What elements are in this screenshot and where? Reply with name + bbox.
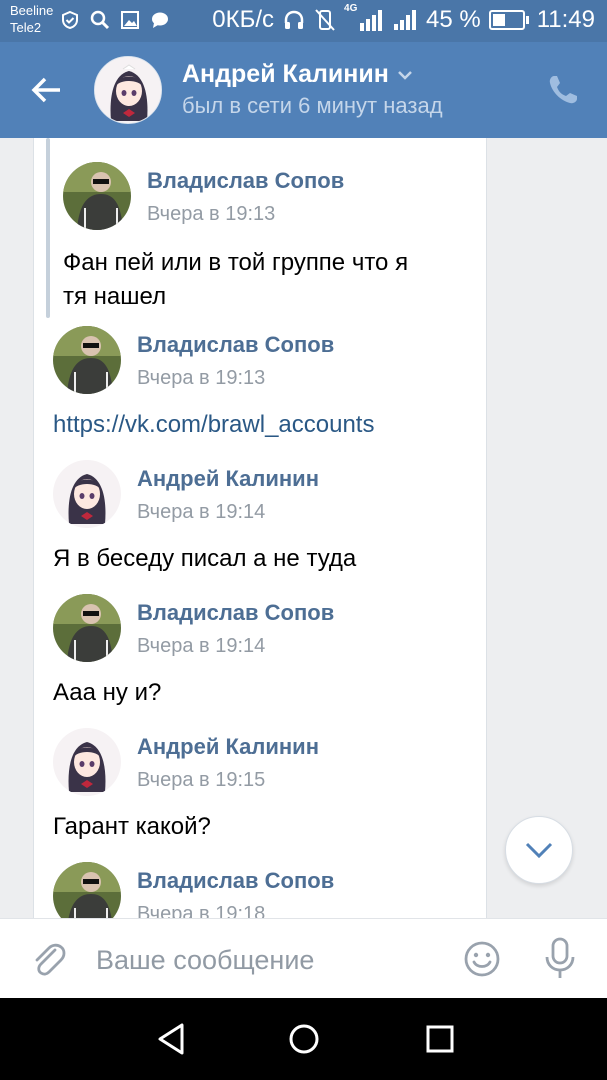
- message-text-line: Фан пей или в той группе что я: [63, 249, 409, 276]
- message-link[interactable]: https://vk.com/brawl_accounts: [53, 408, 374, 442]
- sender-avatar[interactable]: [53, 460, 121, 528]
- message-header: Владислав Сопов Вчера в 19:13: [63, 162, 344, 230]
- sender-avatar[interactable]: [63, 162, 131, 230]
- battery-level: [492, 14, 506, 26]
- message-composer: [0, 918, 607, 998]
- clock: 11:49: [536, 6, 595, 33]
- carrier-names: Beeline Tele2: [10, 2, 53, 36]
- gallery-icon: [121, 11, 139, 29]
- chevron-down-icon: [397, 70, 412, 80]
- paperclip-icon: [35, 943, 66, 976]
- back-button[interactable]: [26, 70, 66, 110]
- anime-avatar-icon: [95, 57, 161, 123]
- chevron-down-icon: [525, 842, 553, 859]
- message-text: Я в беседу писал а не туда: [53, 545, 357, 572]
- sender-avatar[interactable]: [53, 326, 121, 394]
- scroll-to-bottom-button[interactable]: [505, 816, 573, 884]
- sender-name[interactable]: Владислав Сопов: [137, 868, 334, 894]
- anime-avatar-icon: [53, 728, 121, 796]
- sender-name[interactable]: Владислав Сопов: [137, 332, 334, 358]
- headphones-icon: [284, 10, 304, 29]
- last-seen-status: был в сети 6 минут назад: [182, 93, 443, 118]
- chat-header: Андрей Калинин был в сети 6 минут назад: [0, 42, 607, 138]
- carrier-2: Tele2: [10, 20, 42, 35]
- signal-2-icon: [394, 10, 417, 30]
- circle-home-icon: [289, 1024, 319, 1054]
- anime-avatar-icon: [53, 460, 121, 528]
- message-text: Фан пей или в той группе что я тя нашел: [63, 246, 408, 314]
- search-icon: [90, 10, 110, 30]
- message-text-line: тя нашел: [63, 283, 167, 310]
- phone-icon: [549, 76, 577, 104]
- contact-name-text: Андрей Калинин: [182, 60, 389, 88]
- nav-home-button[interactable]: [284, 1019, 324, 1059]
- photo-avatar-icon: [53, 862, 121, 918]
- photo-avatar-icon: [53, 326, 121, 394]
- forwarded-messages-card: Владислав Сопов Вчера в 19:13 Фан пей ил…: [33, 138, 487, 918]
- message-header: Андрей Калинин Вчера в 19:14: [53, 460, 319, 528]
- signal-4g: 4G: [344, 3, 384, 33]
- message-time: Вчера в 19:13: [147, 203, 276, 225]
- chat-bubble-icon: [152, 12, 168, 28]
- voice-message-button[interactable]: [540, 937, 580, 981]
- sender-avatar[interactable]: [53, 862, 121, 918]
- message-header: Владислав Сопов Вчера в 19:13: [53, 326, 334, 394]
- message-time: Вчера в 19:14: [137, 501, 266, 523]
- contact-avatar[interactable]: [94, 56, 162, 124]
- carrier-1: Beeline: [10, 3, 54, 18]
- sender-name[interactable]: Андрей Калинин: [137, 734, 319, 760]
- message-header: Владислав Сопов Вчера в 19:18: [53, 862, 334, 918]
- message-input[interactable]: [96, 939, 436, 981]
- quote-bar: [46, 138, 50, 318]
- battery-icon: [488, 10, 529, 30]
- message-area[interactable]: Владислав Сопов Вчера в 19:13 Фан пей ил…: [0, 138, 607, 918]
- status-bar: Beeline Tele2 0КБ/с 4G 45 % 11:49: [0, 0, 607, 42]
- microphone-icon: [545, 937, 575, 978]
- message-time: Вчера в 19:18: [137, 903, 266, 918]
- notification-icons: [60, 10, 170, 30]
- photo-avatar-icon: [63, 162, 131, 230]
- photo-avatar-icon: [53, 594, 121, 662]
- sender-name[interactable]: Андрей Калинин: [137, 466, 319, 492]
- message-header: Владислав Сопов Вчера в 19:14: [53, 594, 334, 662]
- message-time: Вчера в 19:14: [137, 635, 266, 657]
- nav-back-button[interactable]: [152, 1019, 192, 1059]
- message-time: Вчера в 19:13: [137, 367, 266, 389]
- message-text: Гарант какой?: [53, 813, 211, 840]
- message-text: Ааа ну и?: [53, 679, 162, 706]
- sender-avatar[interactable]: [53, 728, 121, 796]
- battery-percent: 45 %: [426, 6, 481, 33]
- sender-avatar[interactable]: [53, 594, 121, 662]
- emoji-button[interactable]: [462, 939, 502, 979]
- call-button[interactable]: [545, 72, 581, 108]
- smiley-icon: [464, 941, 500, 977]
- network-type: 4G: [344, 3, 358, 14]
- network-speed: 0КБ/с: [212, 6, 275, 33]
- contact-name[interactable]: Андрей Калинин: [182, 60, 413, 89]
- arrow-left-icon: [31, 77, 60, 103]
- square-recents-icon: [426, 1025, 454, 1053]
- shield-check-icon: [62, 10, 78, 30]
- message-header: Андрей Калинин Вчера в 19:15: [53, 728, 319, 796]
- system-navigation-bar: [0, 998, 607, 1080]
- attach-button[interactable]: [28, 939, 68, 979]
- status-right: 0КБ/с 4G 45 % 11:49: [212, 3, 595, 34]
- sender-name[interactable]: Владислав Сопов: [137, 600, 334, 626]
- nav-recents-button[interactable]: [420, 1019, 460, 1059]
- vibrate-off-icon: [315, 9, 335, 31]
- message-time: Вчера в 19:15: [137, 769, 266, 791]
- sender-name[interactable]: Владислав Сопов: [147, 168, 344, 194]
- triangle-back-icon: [158, 1023, 184, 1055]
